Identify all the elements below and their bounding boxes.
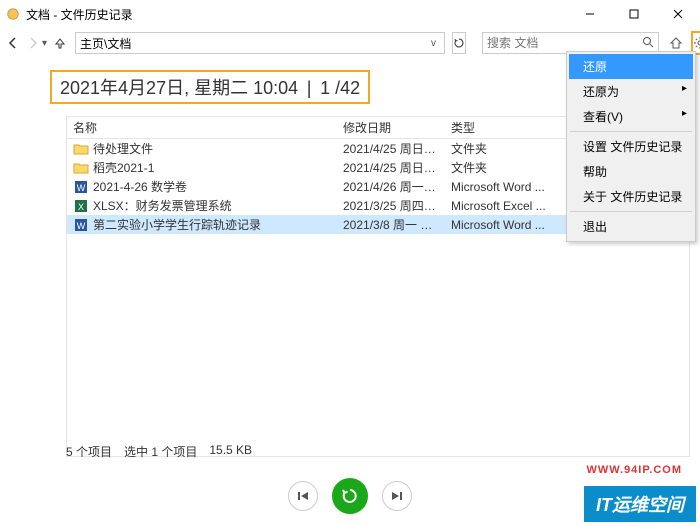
file-name: 待处理文件	[93, 140, 153, 157]
file-name: XLSX：财务发票管理系统	[93, 197, 232, 214]
watermark-brand: IT运维空间	[584, 486, 696, 522]
chevron-right-icon: ▸	[682, 108, 687, 119]
selection-count: 选中 1 个项目	[124, 443, 197, 460]
menu-restore-as[interactable]: 还原为▸	[569, 79, 693, 104]
address-dropdown-icon[interactable]: v	[427, 38, 440, 49]
gear-context-menu: 还原 还原为▸ 查看(V)▸ 设置 文件历史记录 帮助 关于 文件历史记录 退出	[566, 51, 696, 242]
file-type: Microsoft Word ...	[445, 180, 553, 194]
menu-view[interactable]: 查看(V)▸	[569, 104, 693, 129]
word-icon: W	[73, 179, 89, 195]
file-date: 2021/4/25 周日 0:47	[337, 159, 445, 176]
menu-about[interactable]: 关于 文件历史记录	[569, 184, 693, 209]
titlebar: 文档 - 文件历史记录	[0, 0, 700, 28]
gear-button[interactable]	[693, 33, 700, 53]
window-title: 文档 - 文件历史记录	[26, 6, 568, 23]
file-date: 2021/3/8 周一 12:22	[337, 216, 445, 233]
address-bar[interactable]: 主页\文档 v	[75, 32, 445, 54]
folder-icon	[73, 160, 89, 176]
page-sep: |	[307, 78, 312, 98]
file-name: 2021-4-26 数学卷	[93, 178, 187, 195]
refresh-button[interactable]	[452, 32, 466, 54]
search-icon[interactable]	[642, 36, 654, 51]
file-type: 文件夹	[445, 140, 553, 157]
chevron-right-icon: ▸	[682, 83, 687, 94]
column-type[interactable]: 类型	[445, 119, 553, 136]
search-input[interactable]	[487, 36, 642, 50]
file-name: 第二实验小学学生行踪轨迹记录	[93, 216, 261, 233]
back-button[interactable]	[6, 31, 20, 55]
item-count: 5 个项目	[66, 443, 112, 460]
folder-icon	[73, 141, 89, 157]
restore-button[interactable]	[332, 478, 368, 514]
file-type: Microsoft Excel ...	[445, 199, 553, 213]
app-icon	[6, 7, 20, 21]
date-text: 2021年4月27日, 星期二 10:04	[60, 78, 298, 98]
previous-button[interactable]	[288, 481, 318, 511]
file-name: 稻壳2021-1	[93, 159, 154, 176]
svg-text:X: X	[78, 202, 84, 212]
next-button[interactable]	[382, 481, 412, 511]
column-name[interactable]: 名称	[67, 119, 337, 136]
svg-text:W: W	[77, 221, 86, 231]
excel-icon: X	[73, 198, 89, 214]
file-type: Microsoft Word ...	[445, 218, 553, 232]
file-type: 文件夹	[445, 159, 553, 176]
menu-help[interactable]: 帮助	[569, 159, 693, 184]
status-bar: 5 个项目 选中 1 个项目 15.5 KB	[66, 443, 252, 460]
file-date: 2021/3/25 周四 13:14	[337, 197, 445, 214]
page-index: 1 /42	[320, 78, 360, 98]
maximize-button[interactable]	[612, 0, 656, 28]
menu-exit[interactable]: 退出	[569, 214, 693, 239]
minimize-button[interactable]	[568, 0, 612, 28]
word-icon: W	[73, 217, 89, 233]
file-date: 2021/4/25 周日 0:50	[337, 140, 445, 157]
column-date[interactable]: 修改日期	[337, 119, 445, 136]
menu-settings[interactable]: 设置 文件历史记录	[569, 134, 693, 159]
watermark-url: WWW.94IP.COM	[586, 464, 682, 476]
history-dropdown-icon[interactable]: ▾	[42, 38, 47, 49]
forward-button	[26, 31, 40, 55]
file-date: 2021/4/26 周一 11:35	[337, 178, 445, 195]
address-text: 主页\文档	[80, 35, 427, 52]
close-button[interactable]	[656, 0, 700, 28]
menu-restore[interactable]: 还原	[569, 54, 693, 79]
selection-size: 15.5 KB	[209, 443, 252, 460]
svg-text:W: W	[77, 183, 86, 193]
up-button[interactable]	[53, 31, 67, 55]
